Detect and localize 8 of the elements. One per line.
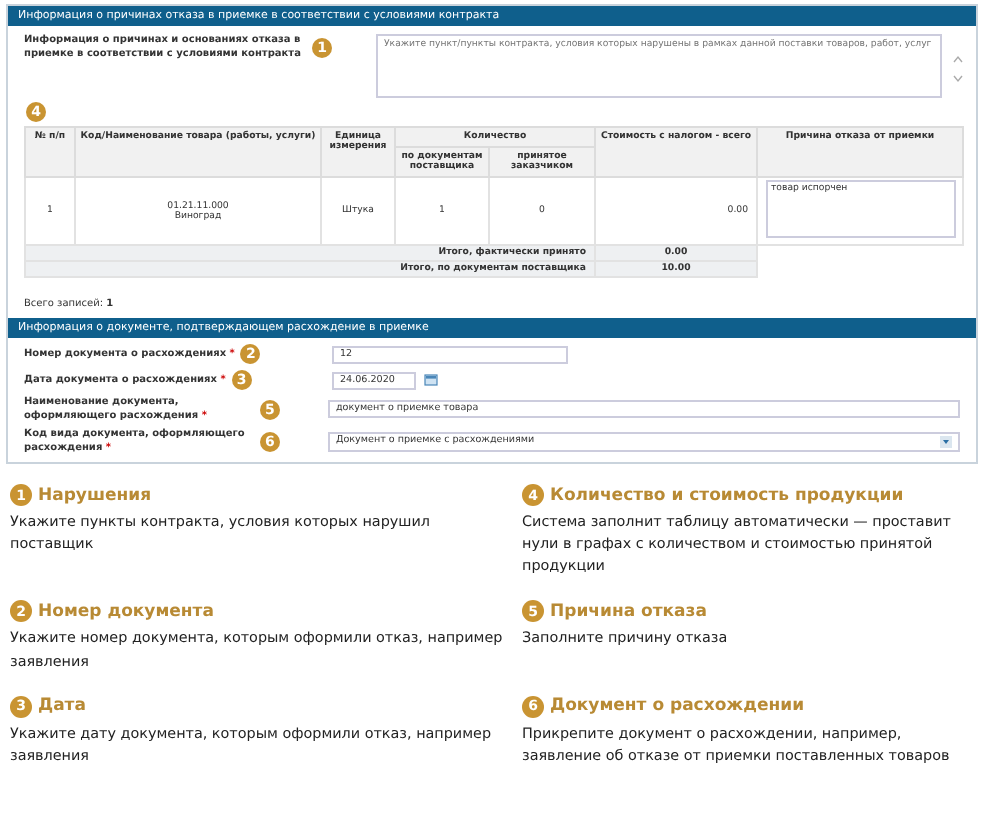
note-title: Количество и стоимость продукции — [550, 485, 904, 505]
calendar-icon[interactable] — [424, 374, 438, 386]
caret-icon — [940, 435, 952, 447]
note-title: Номер документа — [38, 601, 214, 622]
note-title: Дата — [38, 696, 86, 717]
note-title: Причина отказа — [550, 601, 707, 622]
note-title: Нарушения — [38, 485, 152, 505]
note-title: Документ о расхождении — [550, 696, 805, 717]
